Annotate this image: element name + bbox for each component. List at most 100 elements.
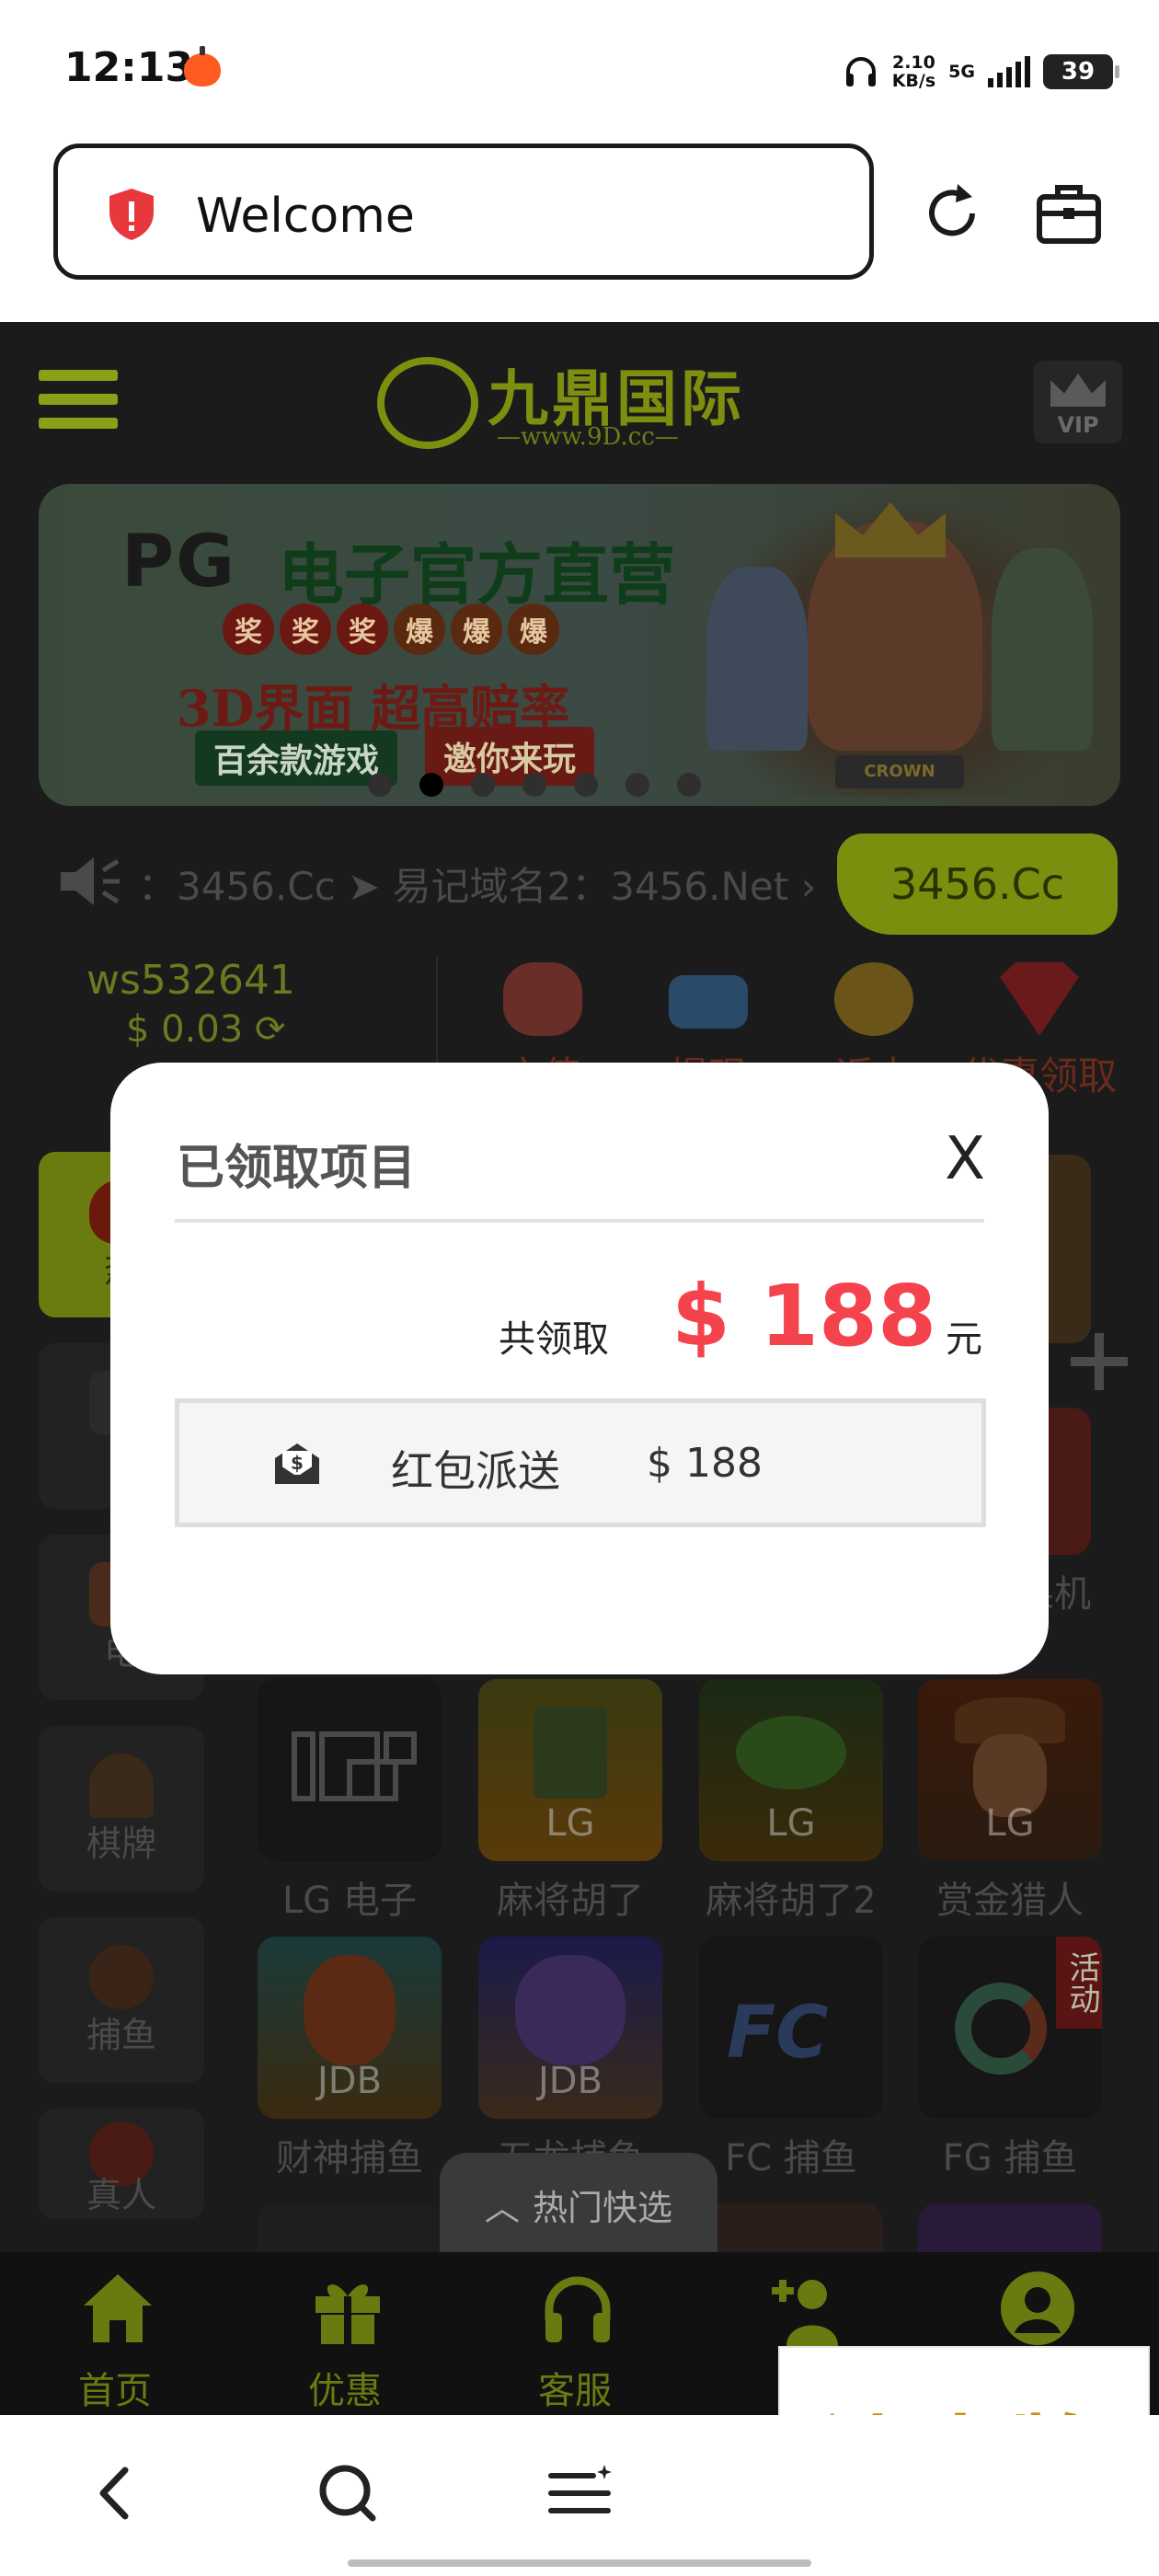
side-nav-fishing[interactable]: 捕鱼	[39, 1917, 204, 2083]
vip-button[interactable]: VIP	[1034, 361, 1122, 443]
status-icons: 2.10 KB/s 5G 39	[843, 46, 1119, 98]
fisher-icon	[89, 1945, 154, 2009]
svg-text:$: $	[291, 1452, 304, 1474]
game-card[interactable]: LG 电子	[258, 1679, 442, 1924]
plus-icon[interactable]	[1067, 1329, 1131, 1394]
money-bag-icon	[503, 962, 582, 1036]
add-user-icon	[772, 2280, 838, 2346]
banner-badge: 奖	[223, 604, 274, 655]
banner-brand: PG	[121, 521, 237, 604]
game-name: FG 捕鱼	[942, 2137, 1078, 2179]
game-thumbnail: LG	[478, 1679, 662, 1861]
promo-banner[interactable]: PG 电子官方直营 奖 奖 奖 爆 爆 爆 3D界面 超高赔率 百余款游戏 邀你…	[39, 484, 1120, 806]
game-card[interactable]: FC FC 捕鱼	[699, 1937, 883, 2181]
banner-badge: 爆	[508, 604, 559, 655]
claimed-items-dialog: 已领取项目 X 共领取 $ 188 元 $ 红包派送 $ 188	[110, 1063, 1049, 1674]
close-button[interactable]: X	[936, 1127, 993, 1191]
total-label: 共领取	[499, 1318, 609, 1361]
refresh-balance-icon[interactable]: ⟳	[255, 1008, 286, 1051]
coin-icon	[834, 962, 913, 1036]
claimed-item-row: $ 红包派送 $ 188	[175, 1398, 986, 1527]
game-name: 麻将胡了2	[706, 1880, 877, 1922]
game-card[interactable]: JDB 财神捕鱼	[258, 1937, 442, 2181]
tab-home[interactable]: 首页	[0, 2252, 230, 2415]
network-speed: 2.10 KB/s	[891, 52, 936, 91]
network-type: 5G	[948, 62, 975, 82]
vip-label: VIP	[1057, 412, 1099, 438]
toolbox-icon[interactable]	[1032, 177, 1106, 250]
tab-support[interactable]: 客服	[460, 2252, 690, 2415]
menu-icon[interactable]	[538, 2452, 621, 2535]
balance[interactable]: $ 0.03 ⟳	[126, 1008, 285, 1051]
game-card[interactable]	[918, 2203, 1102, 2259]
chess-icon	[89, 1754, 154, 1818]
banner-art-label: CROWN	[835, 755, 964, 788]
red-envelope-icon: $	[275, 1443, 319, 1484]
search-icon[interactable]	[306, 2452, 389, 2535]
game-card[interactable]	[699, 2203, 883, 2259]
quick-select-label: 热门快选	[533, 2187, 673, 2228]
logo-subtitle: —www.9D.cc—	[497, 423, 679, 451]
address-text[interactable]: Welcome	[196, 189, 415, 244]
card-icon	[669, 975, 748, 1029]
event-badge: 活动	[1056, 1937, 1102, 2029]
game-card[interactable]: JDB 五龙捕鱼	[478, 1937, 662, 2181]
game-card[interactable]: 活动 FG 捕鱼	[918, 1937, 1102, 2181]
hot-quick-select-button[interactable]: ︿ 热门快选	[440, 2153, 717, 2256]
total-amount: $ 188	[671, 1267, 937, 1365]
game-card[interactable]: LG 麻将胡了2	[699, 1679, 883, 1924]
game-thumbnail: JDB	[258, 1937, 442, 2119]
security-shield-icon[interactable]	[106, 187, 157, 242]
divider	[175, 1219, 984, 1223]
game-thumbnail	[258, 1679, 442, 1861]
domain-button[interactable]: 3456.Cc	[837, 834, 1118, 935]
game-thumbnail: LG	[699, 1679, 883, 1861]
headset-icon	[845, 57, 876, 86]
banner-badge: 奖	[337, 604, 388, 655]
tab-promotions[interactable]: 优惠	[230, 2252, 460, 2415]
game-name: FC 捕鱼	[725, 2137, 857, 2179]
game-card[interactable]: LG 麻将胡了	[478, 1679, 662, 1924]
game-thumbnail: LG	[918, 1679, 1102, 1861]
side-nav-live[interactable]: 真人	[39, 2109, 204, 2219]
signal-icon	[988, 56, 1030, 87]
item-amount: $ 188	[647, 1440, 763, 1487]
banner-characters-image: CROWN	[697, 493, 1102, 797]
address-bar[interactable]: Welcome	[53, 144, 874, 280]
chevron-up-icon: ︿	[484, 2187, 520, 2228]
side-nav-chess[interactable]: 棋牌	[39, 1726, 204, 1892]
game-name: 财神捕鱼	[276, 2137, 423, 2179]
battery-level: 39	[1061, 58, 1096, 86]
currency-unit: 元	[946, 1318, 982, 1361]
banner-pill-left: 百余款游戏	[195, 730, 398, 786]
battery-icon: 39	[1043, 54, 1119, 89]
notice-bar: ：3456.Cc ➤ 易记域名2：3456.Net › 3456.Cc	[0, 834, 1159, 935]
game-thumbnail: 活动	[918, 1937, 1102, 2119]
reload-icon[interactable]	[915, 177, 989, 250]
gift-tag-icon	[1000, 962, 1079, 1036]
status-bar: 12:13 2.10 KB/s 5G 39	[0, 0, 1159, 138]
dialog-title: 已领取项目	[177, 1141, 417, 1196]
notice-marquee: ：3456.Cc ➤ 易记域名2：3456.Net ›	[138, 864, 817, 909]
game-name: LG 电子	[282, 1880, 417, 1922]
game-name: 赏金猎人	[936, 1880, 1084, 1922]
site-logo[interactable]: 九鼎国际 —www.9D.cc—	[377, 350, 773, 451]
game-card[interactable]: LG 赏金猎人	[918, 1679, 1102, 1924]
headphones-icon	[545, 2276, 611, 2342]
game-name: 麻将胡了	[497, 1880, 644, 1922]
logo-seal-icon	[377, 357, 478, 449]
banner-badge: 奖	[280, 604, 331, 655]
user-icon	[1001, 2271, 1074, 2345]
banner-pagination[interactable]	[368, 773, 701, 797]
game-thumbnail: JDB	[478, 1937, 662, 2119]
item-label: 红包派送	[391, 1446, 560, 1496]
banner-badges: 奖 奖 奖 爆 爆 爆	[223, 604, 559, 655]
hamburger-menu-icon[interactable]	[39, 370, 118, 429]
back-icon[interactable]	[74, 2452, 156, 2535]
game-card[interactable]	[258, 2203, 442, 2259]
banner-badge: 爆	[394, 604, 445, 655]
gift-icon	[316, 2284, 380, 2344]
gesture-bar[interactable]	[348, 2559, 811, 2567]
username: ws532641	[86, 957, 295, 1004]
banner-badge: 爆	[451, 604, 502, 655]
